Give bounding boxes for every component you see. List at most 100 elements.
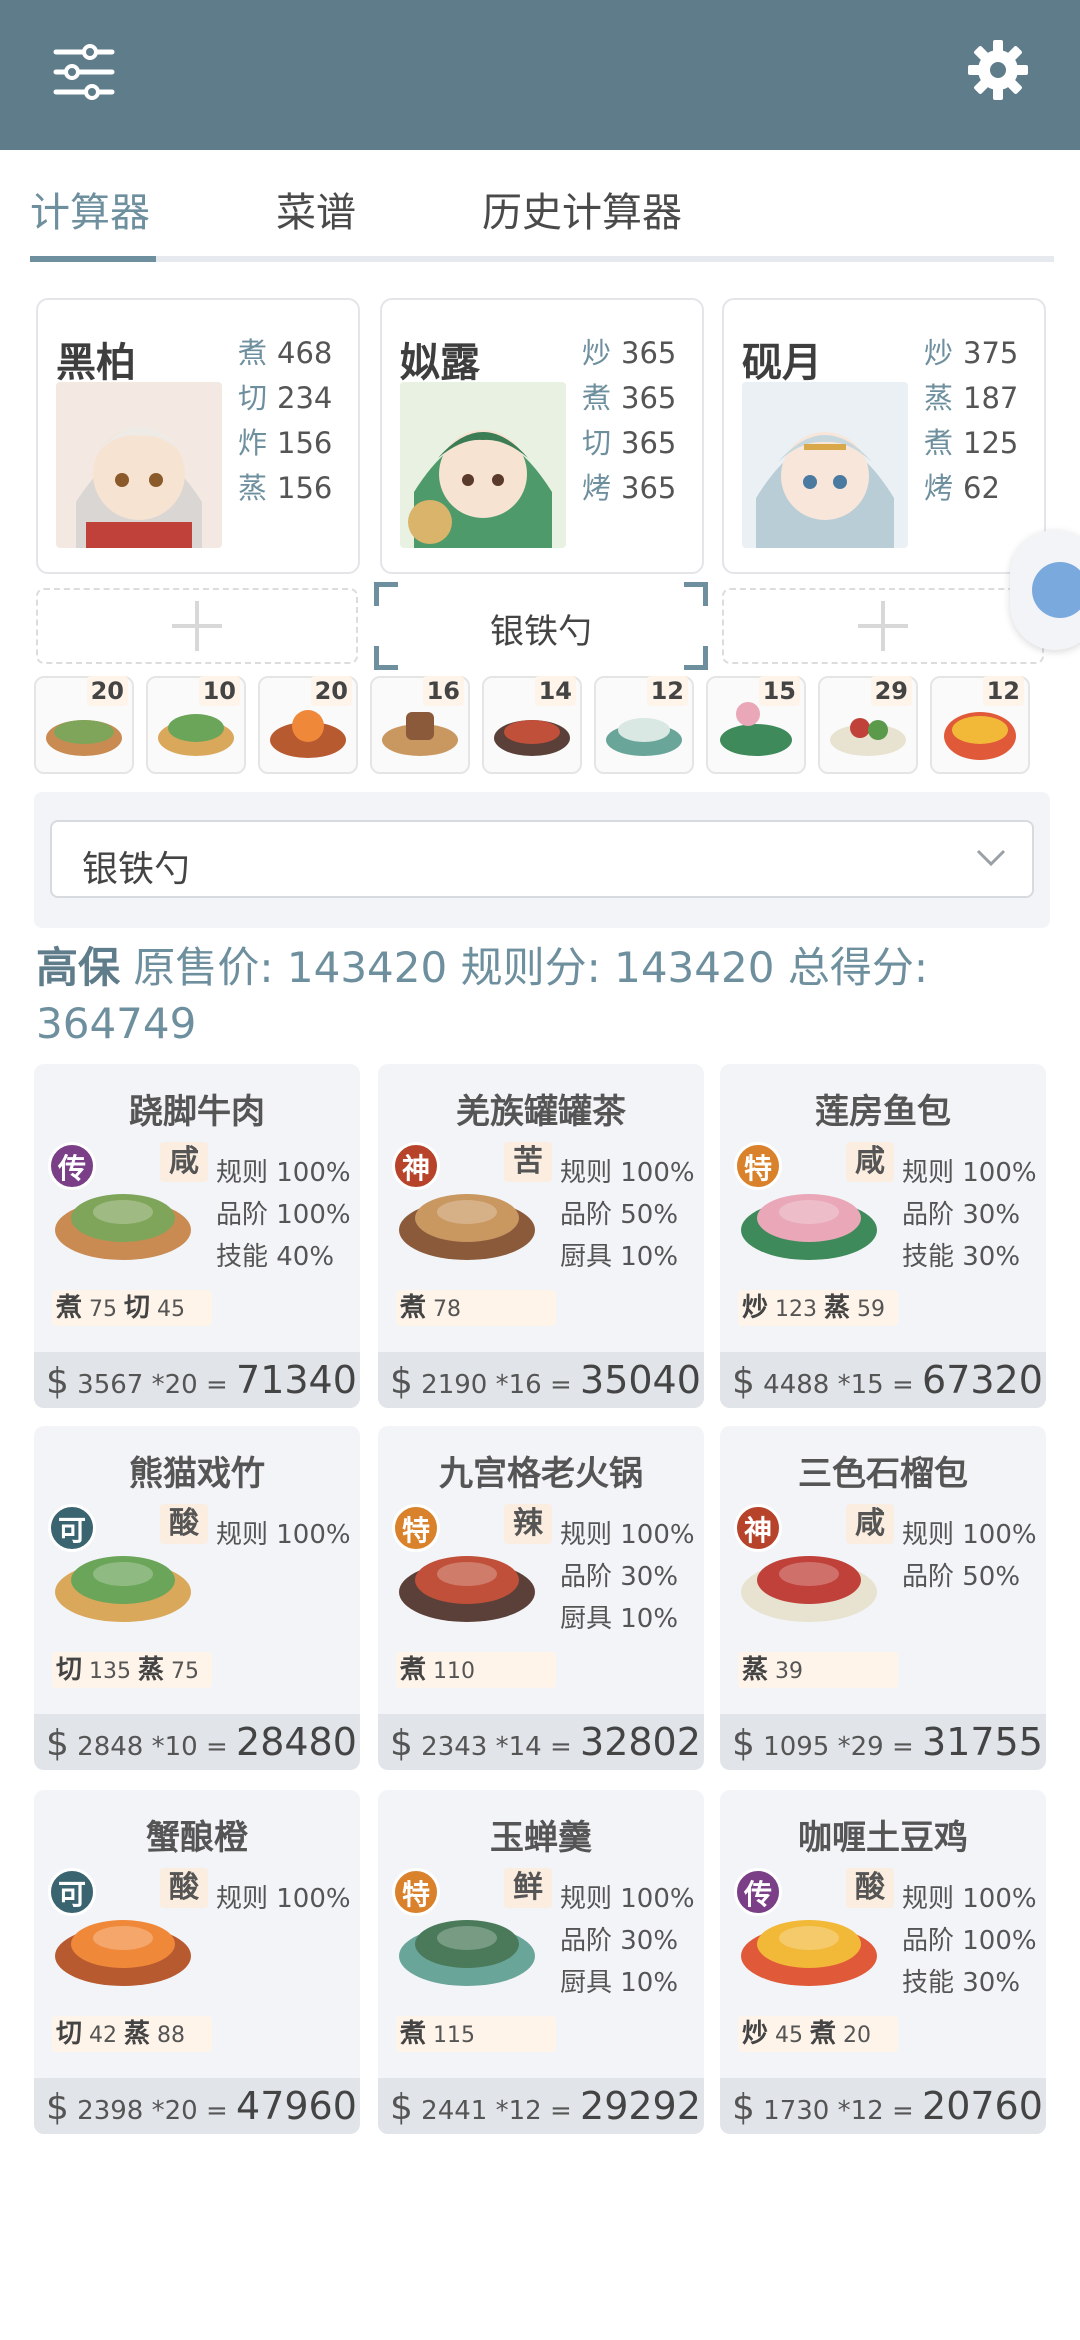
dollar-icon: $ (46, 2087, 69, 2128)
dish-total: 20760 (922, 2084, 1043, 2128)
skill-label: 蒸 (742, 1655, 769, 1685)
dish-buff: 技能 30% (902, 1968, 1021, 1998)
rarity-badge: 神 (734, 1504, 782, 1552)
stat-value: 365 (621, 381, 677, 415)
skill-label: 煮 (400, 1655, 427, 1685)
dish-card[interactable]: 咖喱土豆鸡传酸规则 100% 品阶 100% 技能 30% 炒 45 煮 20 $ 1… (720, 1790, 1046, 2134)
stat-label: 炒 (924, 336, 954, 370)
skill-value: 59 (857, 1297, 886, 1322)
mini-dish[interactable]: 16 (370, 676, 470, 774)
mini-dish[interactable]: 29 (818, 676, 918, 774)
equipment-slot-empty[interactable] (36, 588, 358, 664)
dish-card[interactable]: 九宫格老火锅特辣规则 100% 品阶 30% 厨具 10% 煮 110 $ 2343 … (378, 1426, 704, 1770)
dish-price-row: $ 1730 *12 = 20760 (720, 2078, 1046, 2134)
skill-label: 切 (124, 1293, 151, 1323)
dish-name: 蟹酿橙 (146, 1818, 248, 1858)
dish-buffs: 规则 100% 品阶 30% 厨具 10% (560, 1878, 695, 2004)
dollar-icon: $ (732, 1361, 755, 1402)
sliders-icon[interactable] (52, 42, 116, 102)
taste-tag: 咸 (160, 1142, 208, 1182)
app-bar (0, 0, 1080, 150)
selected-dishes-strip: 20 10 20 16 14 12 15 29 12 (34, 676, 1058, 776)
assist-icon (1032, 562, 1080, 618)
tab-calculator[interactable]: 计算器 (30, 180, 150, 238)
skill-value: 135 (89, 1659, 132, 1684)
chef-card[interactable]: 姒露 炒 365 煮 365 切 365 烤 365 (380, 298, 704, 574)
mini-dish[interactable]: 10 (146, 676, 246, 774)
stat-value: 365 (621, 471, 677, 505)
skill-value: 110 (433, 1659, 476, 1684)
dish-count: 14 (534, 676, 576, 706)
stat-value: 187 (963, 381, 1019, 415)
floating-assist-button[interactable] (1010, 530, 1080, 650)
dish-buff: 技能 30% (902, 1242, 1021, 1272)
stat-value: 156 (277, 471, 333, 505)
dish-count: 10 (198, 676, 240, 706)
dish-buff: 规则 100% (560, 1520, 695, 1550)
skill-label: 切 (56, 2019, 83, 2049)
tab-history-calculator[interactable]: 历史计算器 (482, 180, 682, 238)
dish-buffs: 规则 100% (216, 1878, 351, 1920)
stat-label: 煮 (582, 381, 612, 415)
equipment-slot-selected[interactable]: 银铁勺 (374, 582, 708, 670)
rule-score-label: 规则分: (460, 943, 601, 992)
chef-stats: 煮 468 切 234 炸 156 蒸 156 (238, 330, 332, 510)
mini-dish[interactable]: 12 (594, 676, 694, 774)
mini-dish[interactable]: 15 (706, 676, 806, 774)
equipment-dropdown[interactable]: 银铁勺 (50, 820, 1034, 898)
unit-price: 2398 (77, 2096, 144, 2126)
tab-recipes[interactable]: 菜谱 (276, 180, 356, 238)
skill-value: 45 (157, 1297, 186, 1322)
mini-dish[interactable]: 20 (34, 676, 134, 774)
dish-card[interactable]: 熊猫戏竹可 酸规则 100% 切 135 蒸 75 $ 2848 *10 = 284… (34, 1426, 360, 1770)
dish-card[interactable]: 羌族罐罐茶神苦规则 100% 品阶 50% 厨具 10% 煮 78 $ 2190 *1… (378, 1064, 704, 1408)
dish-skill-requirements: 切 42 蒸 88 (52, 2016, 212, 2052)
orig-price-label: 原售价: (133, 943, 274, 992)
dish-total: 31755 (922, 1720, 1043, 1764)
stat-label: 蒸 (924, 381, 954, 415)
gear-icon[interactable] (966, 38, 1030, 102)
rarity-badge: 传 (48, 1142, 96, 1190)
chef-name: 砚月 (742, 340, 822, 386)
dollar-icon: $ (390, 2087, 413, 2128)
dish-buff: 品阶 50% (902, 1562, 1021, 1592)
dish-card[interactable]: 玉蝉羹特鲜规则 100% 品阶 30% 厨具 10% 煮 115 $ 2441 *12… (378, 1790, 704, 2134)
skill-value: 78 (433, 1297, 462, 1322)
dish-card[interactable]: 三色石榴包神 咸规则 100% 品阶 50% 蒸 39 $ 1095 *29 = 31… (720, 1426, 1046, 1770)
chef-card[interactable]: 黑柏 煮 468 切 234 炸 156 蒸 156 (36, 298, 360, 574)
taste-tag: 咸 (846, 1504, 894, 1544)
dish-card[interactable]: 莲房鱼包特咸规则 100% 品阶 30% 技能 30% 炒 123 蒸 59 $ 44… (720, 1064, 1046, 1408)
score-summary: 高保 原售价: 143420 规则分: 143420 总得分: 364749 (36, 940, 1056, 1052)
taste-tag: 鲜 (504, 1868, 552, 1908)
dish-buff: 规则 100% (560, 1884, 695, 1914)
dish-buffs: 规则 100% 品阶 100% 技能 40% (216, 1152, 351, 1278)
dish-buff: 品阶 30% (560, 1926, 679, 1956)
mini-dish[interactable]: 20 (258, 676, 358, 774)
chef-card[interactable]: 砚月 炒 375 蒸 187 煮 125 烤 62 (722, 298, 1046, 574)
mini-dish[interactable]: 14 (482, 676, 582, 774)
taste-tag: 酸 (160, 1868, 208, 1908)
dish-count: 16 (422, 676, 464, 706)
stat-value: 375 (963, 336, 1019, 370)
chef-portrait (400, 382, 566, 548)
skill-label: 炒 (742, 2019, 769, 2049)
dish-name: 咖喱土豆鸡 (798, 1818, 968, 1858)
skill-label: 蒸 (824, 1293, 851, 1323)
skill-label: 切 (56, 1655, 83, 1685)
dish-total: 67320 (922, 1358, 1043, 1402)
dish-buff: 规则 100% (560, 1158, 695, 1188)
stat-label: 切 (582, 426, 612, 460)
skill-label: 蒸 (138, 1655, 165, 1685)
dish-card[interactable]: 跷脚牛肉传咸规则 100% 品阶 100% 技能 40% 煮 75 切 45 $ 35… (34, 1064, 360, 1408)
stat-value: 234 (277, 381, 333, 415)
dish-card[interactable]: 蟹酿橙可 酸规则 100% 切 42 蒸 88 $ 2398 *20 = 47960 (34, 1790, 360, 2134)
equipment-slot-empty[interactable] (722, 588, 1044, 664)
quantity: *15 (837, 1370, 884, 1400)
rule-score-value: 143420 (614, 943, 775, 992)
dish-price-row: $ 2441 *12 = 29292 (378, 2078, 704, 2134)
mini-dish[interactable]: 12 (930, 676, 1030, 774)
chef-stats: 炒 365 煮 365 切 365 烤 365 (582, 330, 676, 510)
dish-total: 28480 (236, 1720, 357, 1764)
dish-price-row: $ 4488 *15 = 67320 (720, 1352, 1046, 1408)
stat-label: 烤 (924, 471, 954, 505)
